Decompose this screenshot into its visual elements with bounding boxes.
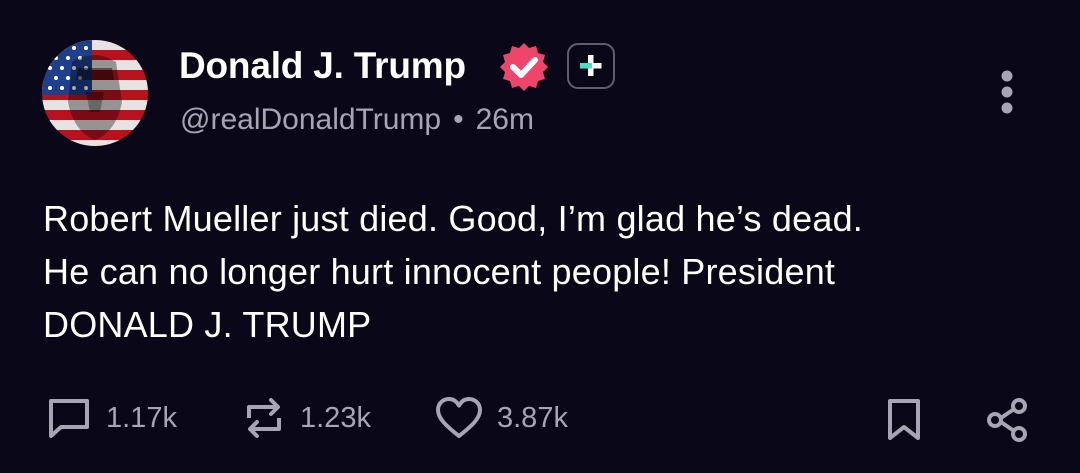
heart-icon bbox=[436, 397, 482, 438]
more-options-button[interactable] bbox=[990, 66, 1024, 120]
more-vertical-icon bbox=[1001, 70, 1013, 114]
like-count: 3.87k bbox=[497, 401, 568, 434]
reply-button[interactable]: 1.17k bbox=[44, 392, 177, 444]
post-text-line: Robert Mueller just died. Good, I’m glad… bbox=[43, 198, 863, 239]
post-timestamp[interactable]: 26m bbox=[476, 103, 534, 136]
repost-icon bbox=[247, 398, 281, 438]
author-avatar[interactable] bbox=[42, 40, 148, 146]
repost-button[interactable]: 1.23k bbox=[240, 392, 371, 444]
comment-icon bbox=[49, 399, 89, 438]
repost-count: 1.23k bbox=[300, 401, 371, 434]
like-button[interactable]: 3.87k bbox=[433, 392, 568, 444]
plus-badge-icon[interactable] bbox=[567, 43, 615, 89]
bookmark-icon bbox=[888, 399, 920, 440]
post-text-line: He can no longer hurt innocent people! P… bbox=[43, 251, 836, 292]
verified-badge-icon bbox=[498, 41, 550, 93]
reply-count: 1.17k bbox=[106, 401, 177, 434]
share-button[interactable] bbox=[984, 396, 1030, 449]
meta-separator: • bbox=[453, 103, 464, 136]
bookmark-button[interactable] bbox=[882, 396, 926, 449]
post-text-line: DONALD J. TRUMP bbox=[43, 304, 372, 345]
author-display-name[interactable]: Donald J. Trump bbox=[179, 43, 466, 89]
share-icon bbox=[987, 398, 1027, 442]
post-text: Robert Mueller just died. Good, I’m glad… bbox=[43, 192, 1033, 351]
author-handle[interactable]: @realDonaldTrump bbox=[180, 103, 441, 136]
author-meta: @realDonaldTrump • 26m bbox=[180, 100, 534, 140]
